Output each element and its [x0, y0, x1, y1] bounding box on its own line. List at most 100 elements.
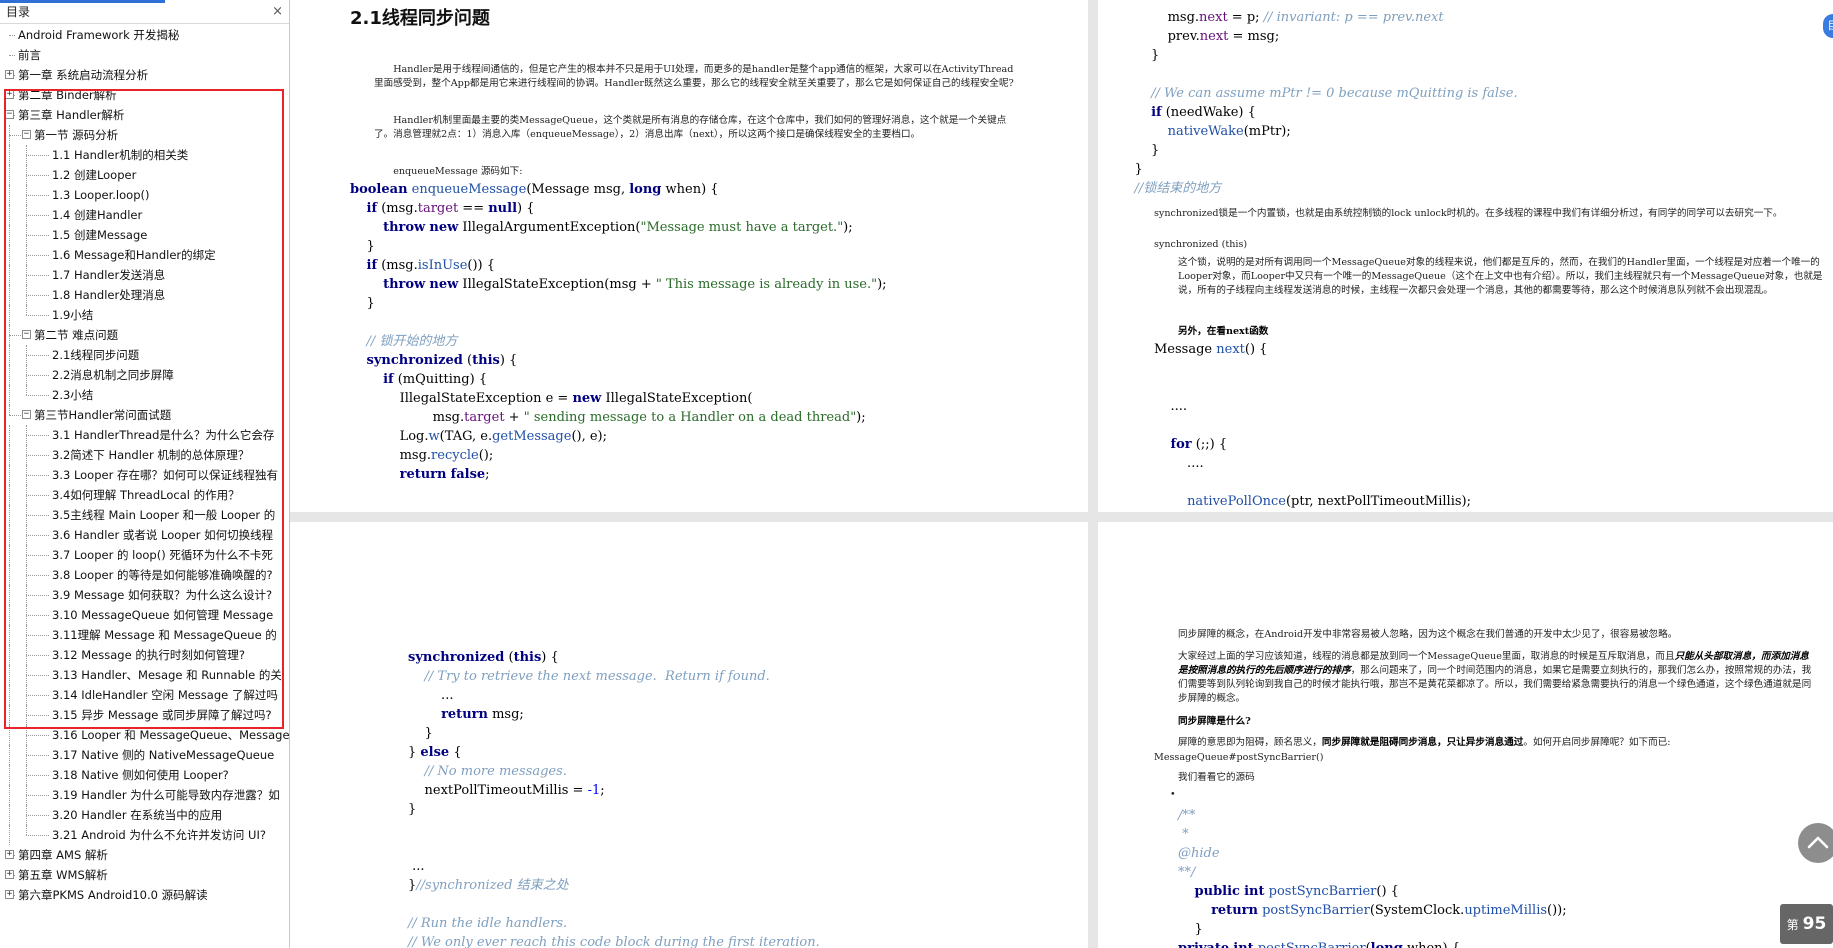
toc-item[interactable]: 3.14 IdleHandler 空闲 Message 了解过吗 — [0, 685, 289, 705]
toc-item[interactable]: − 第二节 难点问题 — [0, 325, 289, 345]
toc-item[interactable]: 3.16 Looper 和 MessageQueue、Message — [0, 725, 289, 745]
subheading: 同步屏障是什么? — [1178, 716, 1251, 727]
tree-connector — [26, 835, 49, 836]
toc-item[interactable]: 2.3小结 — [0, 385, 289, 405]
toc-item[interactable]: 3.21 Android 为什么不允许并发访问 UI? — [0, 825, 289, 845]
toc-item-label: 前言 — [18, 48, 41, 62]
toc-item[interactable]: 3.2简述下 Handler 机制的总体原理？ — [0, 445, 289, 465]
paragraph: 这个锁，说明的是对所有调用同一个MessageQueue对象的线程来说，他们都是… — [1178, 257, 1823, 296]
toc-item[interactable]: 3.5主线程 Main Looper 和一般 Looper 的 — [0, 505, 289, 525]
tree-guide-line — [9, 605, 10, 625]
toc-item[interactable]: 3.6 Handler 或者说 Looper 如何切换线程 — [0, 525, 289, 545]
toc-item[interactable]: 3.13 Handler、Mesage 和 Runnable 的关 — [0, 665, 289, 685]
toc-item[interactable]: 1.6 Message和Handler的绑定 — [0, 245, 289, 265]
code-block: boolean enqueueMessage(Message msg, long… — [350, 182, 887, 482]
tree-connector — [26, 735, 49, 736]
toc-item[interactable]: + 第四章 AMS 解析 — [0, 845, 289, 865]
toc-item-label: 3.16 Looper 和 MessageQueue、Message — [52, 728, 289, 742]
document-page-bottom-right: 同步屏障的概念，在Android开发中非常容易被人忽略，因为这个概念在我们普通的… — [1098, 522, 1833, 948]
tree-connector — [26, 515, 49, 516]
toc-item[interactable]: 2.1线程同步问题 — [0, 345, 289, 365]
tree-connector — [26, 695, 49, 696]
toc-item[interactable]: − 第一节 源码分析 — [0, 125, 289, 145]
toc-item-label: 3.3 Looper 存在哪？如何可以保证线程独有 — [52, 468, 278, 482]
tree-connector — [26, 675, 49, 676]
toc-item-label: 第三章 Handler解析 — [18, 108, 125, 122]
toc-item[interactable]: 1.7 Handler发送消息 — [0, 265, 289, 285]
tree-connector — [26, 455, 49, 456]
toc-item[interactable]: 3.9 Message 如何获取？为什么这么设计? — [0, 585, 289, 605]
toc-item[interactable]: 3.17 Native 侧的 NativeMessageQueue — [0, 745, 289, 765]
toc-item[interactable]: 3.7 Looper 的 loop() 死循环为什么不卡死 — [0, 545, 289, 565]
toc-item-label: 第五章 WMS解析 — [18, 868, 108, 882]
tree-guide-line — [9, 625, 10, 645]
toc-item[interactable]: 3.8 Looper 的等待是如何能够准确唤醒的? — [0, 565, 289, 585]
code-label: MessageQueue#postSyncBarrier() — [1154, 752, 1324, 763]
toc-item[interactable]: 前言 — [0, 45, 289, 65]
toc-item[interactable]: 3.20 Handler 在系统当中的应用 — [0, 805, 289, 825]
toc-item[interactable]: Android Framework 开发揭秘 — [0, 25, 289, 45]
toc-item[interactable]: + 第一章 系统启动流程分析 — [0, 65, 289, 85]
toc-item[interactable]: 3.15 异步 Message 或同步屏障了解过吗? — [0, 705, 289, 725]
toc-item[interactable]: 1.8 Handler处理消息 — [0, 285, 289, 305]
toc-item-label: 3.14 IdleHandler 空闲 Message 了解过吗 — [52, 688, 278, 702]
toc-item[interactable]: 3.11理解 Message 和 MessageQueue 的 — [0, 625, 289, 645]
toc-item[interactable]: 1.9小结 — [0, 305, 289, 325]
toc-item[interactable]: 3.1 HandlerThread是什么？为什么它会存 — [0, 425, 289, 445]
toc-item-label: 3.1 HandlerThread是什么？为什么它会存 — [52, 428, 275, 442]
expand-icon[interactable]: + — [5, 890, 14, 899]
scroll-to-top-button[interactable] — [1798, 823, 1833, 863]
tree-connector — [26, 535, 49, 536]
tree-guide-line — [26, 825, 27, 835]
toc-item[interactable]: 3.18 Native 侧如何使用 Looper? — [0, 765, 289, 785]
document-page-top-left: 2.1线程同步问题 Handler是用于线程间通信的，但是它产生的根本并不只是用… — [290, 0, 1088, 512]
collapse-icon[interactable]: − — [22, 330, 31, 339]
tree-guide-line — [9, 825, 10, 845]
tree-guide-line — [9, 145, 10, 165]
collapse-icon[interactable]: − — [5, 110, 14, 119]
collapse-icon[interactable]: − — [22, 410, 31, 419]
toc-item[interactable]: + 第二章 Binder解析 — [0, 85, 289, 105]
tree-guide-line — [9, 525, 10, 545]
toc-item[interactable]: 3.4如何理解 ThreadLocal 的作用？ — [0, 485, 289, 505]
tree-guide-line — [9, 405, 10, 415]
code-block: msg.next = p; // invariant: p == prev.ne… — [1118, 10, 1518, 196]
toc-item-label: 第三节Handler常问面试题 — [34, 408, 172, 422]
toc-item[interactable]: 1.4 创建Handler — [0, 205, 289, 225]
toc-item[interactable]: + 第六章PKMS Android10.0 源码解读 — [0, 885, 289, 905]
toc-item[interactable]: 2.2消息机制之同步屏障 — [0, 365, 289, 385]
toc-item[interactable]: 3.19 Handler 为什么可能导致内存泄露？如 — [0, 785, 289, 805]
toc-item[interactable]: − 第三章 Handler解析 — [0, 105, 289, 125]
toc-item-label: 3.7 Looper 的 loop() 死循环为什么不卡死 — [52, 548, 273, 562]
toc-panel: 目录 × Android Framework 开发揭秘前言 + 第一章 系统启动流程… — [0, 0, 290, 948]
toc-item[interactable]: 3.12 Message 的执行时刻如何管理? — [0, 645, 289, 665]
toc-item-label: 1.7 Handler发送消息 — [52, 268, 166, 282]
expand-icon[interactable]: + — [5, 870, 14, 879]
tree-guide-line — [9, 445, 10, 465]
toc-item[interactable]: 1.1 Handler机制的相关类 — [0, 145, 289, 165]
expand-icon[interactable]: + — [5, 850, 14, 859]
toc-item-label: 3.6 Handler 或者说 Looper 如何切换线程 — [52, 528, 274, 542]
toc-item[interactable]: − 第三节Handler常问面试题 — [0, 405, 289, 425]
tree-guide-line — [9, 565, 10, 585]
toc-item[interactable]: 1.2 创建Looper — [0, 165, 289, 185]
expand-icon[interactable]: + — [5, 70, 14, 79]
toc-item-label: 1.6 Message和Handler的绑定 — [52, 248, 216, 262]
toc-item[interactable]: + 第五章 WMS解析 — [0, 865, 289, 885]
tree-guide-line — [26, 305, 27, 315]
side-tool-icon[interactable]: 目 — [1823, 14, 1833, 38]
toc-item[interactable]: 3.3 Looper 存在哪？如何可以保证线程独有 — [0, 465, 289, 485]
expand-icon[interactable]: + — [5, 90, 14, 99]
close-icon[interactable]: × — [272, 4, 283, 19]
tree-guide-line — [9, 685, 10, 705]
tree-guide-line — [9, 185, 10, 205]
toc-title: 目录 — [6, 5, 31, 19]
toc-item[interactable]: 1.3 Looper.loop() — [0, 185, 289, 205]
toc-item[interactable]: 3.10 MessageQueue 如何管理 Message — [0, 605, 289, 625]
toc-item[interactable]: 1.5 创建Message — [0, 225, 289, 245]
toc-item-label: 第一节 源码分析 — [34, 128, 119, 142]
tree-guide-line — [9, 305, 10, 325]
collapse-icon[interactable]: − — [22, 130, 31, 139]
tree-guide-line — [9, 785, 10, 805]
tree-connector — [26, 595, 49, 596]
